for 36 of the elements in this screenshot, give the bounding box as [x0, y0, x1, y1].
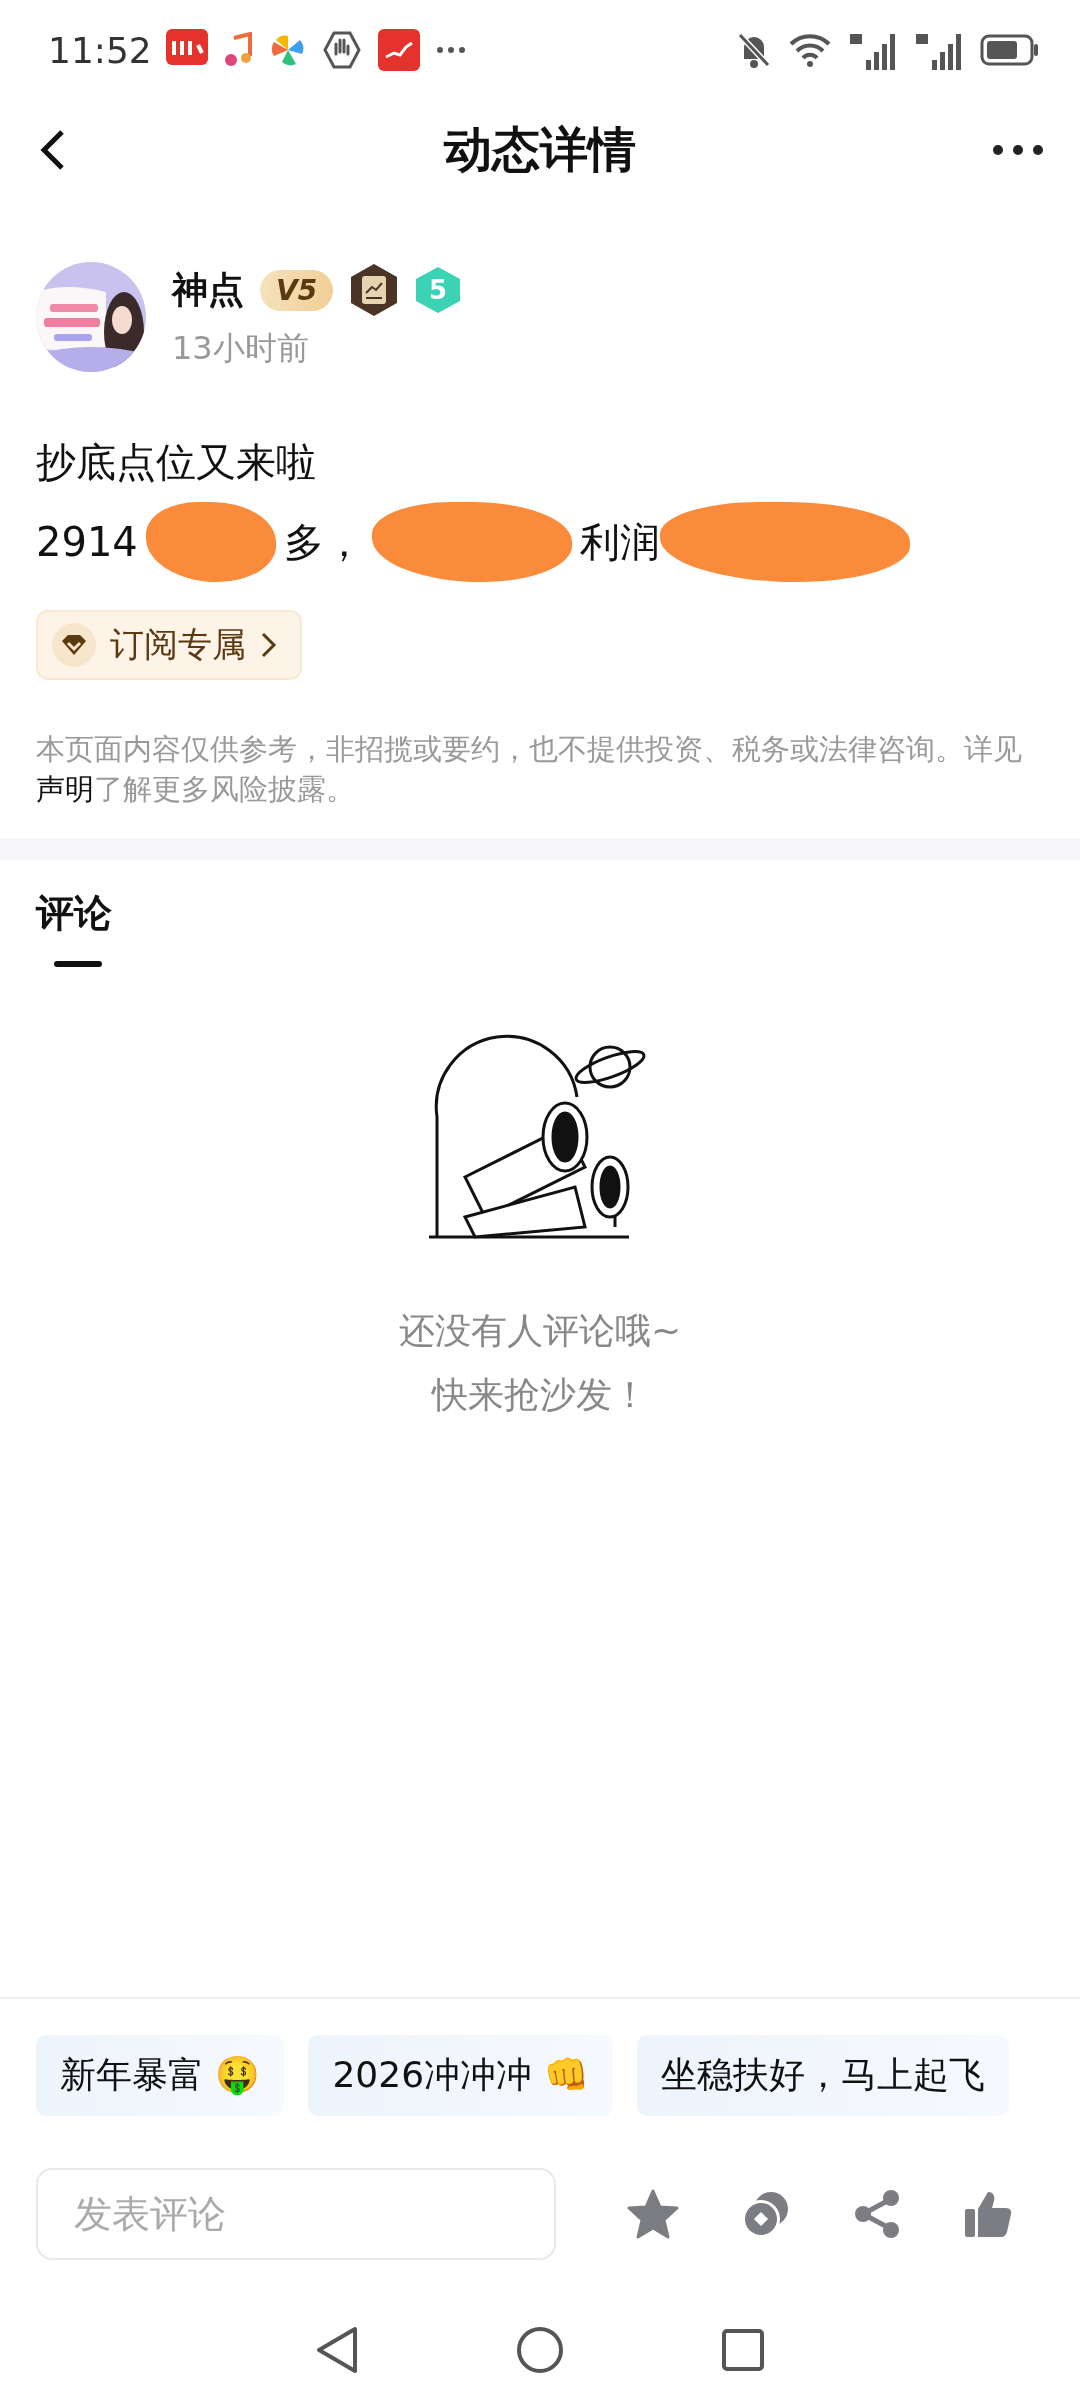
share-icon[interactable]	[853, 2189, 901, 2239]
hand-icon	[321, 30, 362, 70]
star-icon[interactable]	[627, 2189, 679, 2239]
scroll-badge-icon	[349, 263, 400, 317]
empty-comments-text: 快来抢沙发！	[430, 1373, 649, 1417]
statement-link[interactable]: 声明	[36, 773, 94, 806]
status-time: 11:52	[48, 29, 152, 71]
post-text: 多，	[283, 518, 364, 567]
comments-tab[interactable]: 评论	[36, 888, 112, 939]
level-badge: 5	[415, 266, 462, 314]
subscribe-button[interactable]: 订阅专属	[36, 610, 302, 680]
post-title: 抄底点位又来啦	[36, 438, 316, 487]
vip-badge: V5	[260, 269, 334, 311]
quick-reply-chip[interactable]: 坐稳扶好，马上起飞	[636, 2035, 1009, 2116]
disclaimer-text: 本页面内容仅供参考，非招揽或要约，也不提供投资、税务或法律咨询。详见 声明了解更多风险披露。	[35, 732, 1023, 808]
chevron-right-icon	[260, 631, 278, 659]
comment-input[interactable]: 发表评论	[36, 2168, 556, 2260]
quick-reply-chip[interactable]: 2026冲冲冲 👊	[308, 2035, 613, 2116]
post-text: 利润	[579, 518, 660, 567]
wifi-icon	[788, 32, 832, 68]
more-icon	[435, 46, 466, 54]
chart-app-icon	[377, 29, 420, 71]
page-title: 动态详情	[444, 121, 636, 177]
quick-reply-chip[interactable]: 新年暴富 🤑	[36, 2035, 285, 2116]
music-note-icon	[223, 32, 254, 68]
muted-bell-icon	[736, 31, 772, 69]
post-time: 13小时前	[172, 328, 310, 369]
home-nav-icon[interactable]	[516, 2326, 564, 2374]
recents-nav-icon[interactable]	[721, 2328, 766, 2372]
author-name[interactable]: 神点	[172, 265, 244, 315]
battery-icon	[980, 34, 1040, 66]
more-icon[interactable]	[992, 144, 1044, 156]
empty-comments-text: 还没有人评论哦~	[398, 1309, 682, 1353]
back-nav-icon[interactable]	[314, 2325, 359, 2375]
thumbs-up-icon[interactable]	[963, 2189, 1013, 2239]
post-text: 2914	[36, 518, 138, 567]
